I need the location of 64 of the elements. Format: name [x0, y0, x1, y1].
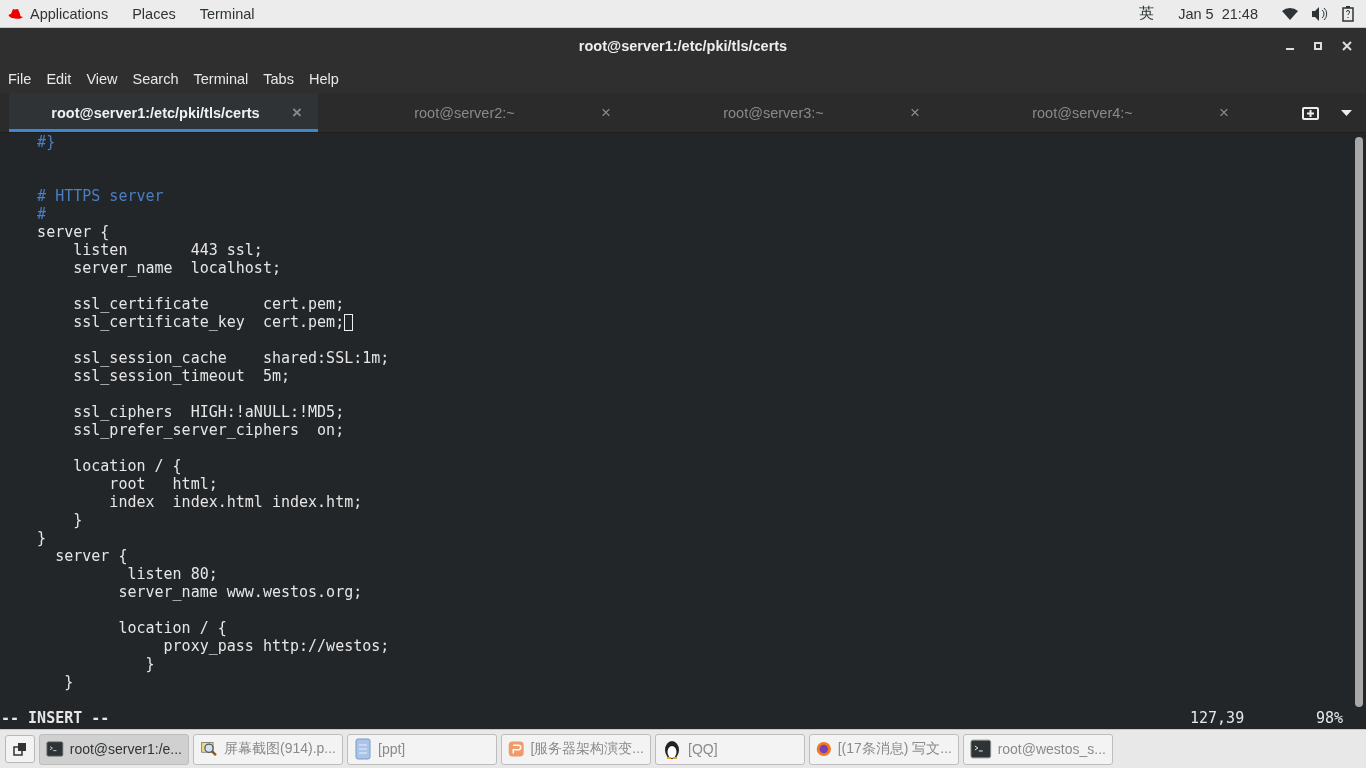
- document-icon: [354, 738, 372, 760]
- tab-close-button[interactable]: ×: [900, 102, 930, 123]
- menu-item[interactable]: View: [86, 70, 118, 87]
- menu-item[interactable]: File: [8, 70, 32, 87]
- scroll-percent: 98%: [1316, 709, 1345, 727]
- code-line: index index.html index.htm;: [108, 493, 363, 511]
- code-line: ssl_prefer_server_ciphers on;: [72, 421, 345, 439]
- code-line: }: [144, 655, 155, 673]
- scrollbar[interactable]: [1355, 137, 1363, 707]
- menu-item[interactable]: Search: [132, 70, 179, 87]
- show-desktop-button[interactable]: [5, 735, 35, 763]
- code-line: server_name www.westos.org;: [117, 583, 363, 601]
- windows-icon: [13, 742, 27, 756]
- top-bar-menu[interactable]: Places: [132, 5, 176, 22]
- code-line: proxy_pass http://westos;: [162, 637, 390, 655]
- top-bar-menu[interactable]: Terminal: [199, 5, 255, 22]
- terminal-tab[interactable]: root@server4:~ ×: [936, 93, 1245, 132]
- code-line: ssl_session_timeout 5m;: [72, 367, 290, 385]
- code-line: listen 80;: [126, 565, 218, 583]
- new-tab-icon[interactable]: [1302, 105, 1319, 120]
- terminal-tab[interactable]: root@server2:~ ×: [318, 93, 627, 132]
- top-bar-menu[interactable]: Applications: [30, 5, 109, 22]
- code-line: # HTTPS server: [36, 187, 164, 205]
- window-title: root@server1:/etc/pki/tls/certs: [578, 38, 788, 54]
- battery-icon[interactable]: [1342, 5, 1354, 22]
- code-line: listen 443 ssl;: [72, 241, 263, 259]
- close-icon[interactable]: [1342, 41, 1352, 51]
- tab-close-button[interactable]: ×: [591, 102, 621, 123]
- menu-item[interactable]: Terminal: [193, 70, 249, 87]
- code-line: server {: [54, 547, 128, 565]
- input-method-indicator[interactable]: 英: [1139, 4, 1155, 23]
- taskbar-window-button[interactable]: root@server1:/e...: [39, 733, 189, 765]
- code-line: }: [72, 511, 83, 529]
- menu-item[interactable]: Tabs: [263, 70, 294, 87]
- code-line: location / {: [72, 457, 182, 475]
- clock[interactable]: Jan 5 21:48: [1178, 5, 1258, 22]
- code-line: }: [63, 673, 74, 691]
- tab-close-button[interactable]: ×: [282, 102, 312, 123]
- volume-icon[interactable]: [1312, 6, 1328, 21]
- code-line: root html;: [108, 475, 218, 493]
- code-line: location / {: [117, 619, 227, 637]
- maximize-icon[interactable]: [1314, 42, 1322, 50]
- code-line: }: [36, 529, 47, 547]
- code-line: #}: [36, 133, 56, 151]
- terminal-tab[interactable]: root@server1:/etc/pki/tls/certs ×: [9, 93, 318, 132]
- terminal-icon: [46, 739, 64, 759]
- terminal-tab[interactable]: root@server3:~ ×: [627, 93, 936, 132]
- code-line: ssl_session_cache shared:SSL:1m;: [72, 349, 390, 367]
- editor-mode: -- INSERT --: [1, 709, 110, 727]
- cursor-position: 127,39: [1190, 709, 1246, 727]
- code-line: #: [36, 205, 47, 223]
- wifi-icon[interactable]: [1282, 7, 1298, 20]
- code-line: ssl_certificate cert.pem;: [72, 295, 345, 313]
- terminal-icon: [970, 739, 992, 759]
- menu-item[interactable]: Edit: [46, 70, 72, 87]
- code-line: server {: [36, 223, 110, 241]
- menu-item[interactable]: Help: [308, 70, 339, 87]
- code-line: ssl_certificate_key cert.pem;: [72, 313, 345, 331]
- code-line: ssl_ciphers HIGH:!aNULL:!MD5;: [72, 403, 345, 421]
- hat-icon: [8, 7, 24, 20]
- tab-close-button[interactable]: ×: [1209, 102, 1239, 123]
- code-line: server_name localhost;: [72, 259, 281, 277]
- penguin-icon: [662, 738, 682, 760]
- caret-icon[interactable]: [1341, 109, 1352, 116]
